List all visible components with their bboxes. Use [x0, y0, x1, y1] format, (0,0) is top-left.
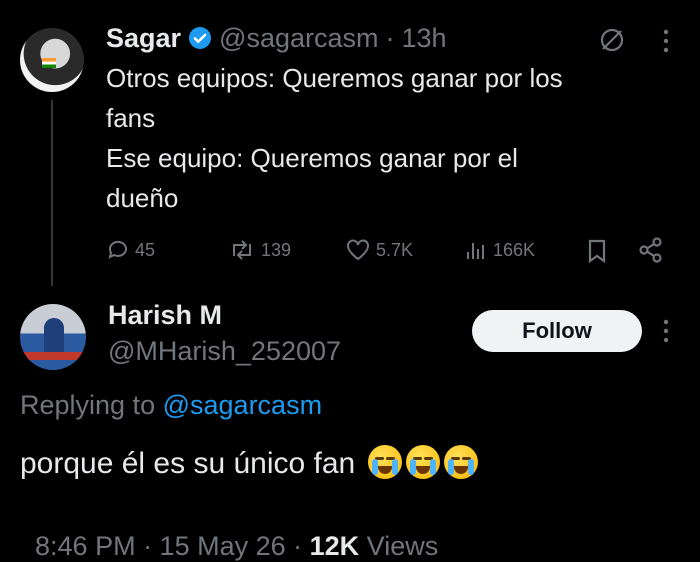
repost-action[interactable]: 139: [228, 236, 291, 264]
repost-icon: [233, 240, 251, 260]
avatar-stripe: [20, 352, 86, 360]
avatar-flag-patch: [42, 58, 56, 68]
share-icon[interactable]: [637, 236, 665, 264]
replying-to: Replying to @sagarcasm: [20, 390, 322, 421]
reply-tweet-text: porque él es su único fan: [20, 440, 478, 488]
grok-icon[interactable]: [598, 26, 626, 54]
bookmark-icon[interactable]: [585, 238, 609, 264]
parent-handle[interactable]: @sagarcasm: [219, 23, 378, 54]
reply-count: 45: [135, 239, 156, 260]
like-icon: [347, 239, 369, 261]
reply-display-name[interactable]: Harish M: [108, 300, 222, 331]
like-count: 5.7K: [376, 239, 414, 260]
views-count: 166K: [493, 239, 536, 260]
tweet-line: Otros equipos: Queremos ganar por los: [106, 63, 563, 93]
loudly-crying-face-emoji: [367, 445, 402, 479]
parent-avatar[interactable]: [20, 28, 84, 92]
follow-button[interactable]: Follow: [472, 310, 642, 352]
parent-display-name[interactable]: Sagar: [106, 23, 181, 54]
reply-timestamp-line: 8:46 PM · 15 May 26 · 12K Views: [20, 500, 438, 562]
like-action[interactable]: 5.7K: [345, 236, 413, 264]
views-action[interactable]: 166K: [464, 236, 535, 264]
thread-line: [51, 100, 53, 286]
reply-text: porque él es su único fan: [20, 447, 356, 480]
tweet-line: fans: [106, 103, 156, 133]
timestamp[interactable]: 8:46 PM · 15 May 26 ·: [35, 531, 310, 561]
repost-count: 139: [261, 239, 292, 260]
reply-more-icon[interactable]: [660, 318, 672, 344]
tweet-line: dueño: [106, 183, 179, 213]
verified-badge-icon: [188, 26, 212, 50]
parent-tweet-text: Otros equipos: Queremos ganar por los fa…: [106, 58, 686, 218]
parent-time[interactable]: 13h: [402, 23, 447, 54]
more-icon[interactable]: [660, 28, 672, 54]
reply-handle[interactable]: @MHarish_252007: [108, 336, 341, 367]
views-icon: [467, 243, 484, 259]
header-separator: ·: [385, 22, 395, 53]
views-label: Views: [359, 531, 439, 561]
views-total: 12K: [309, 531, 360, 561]
loudly-crying-face-emoji: [405, 445, 440, 479]
reply-icon: [108, 240, 127, 259]
tweet-line: Ese equipo: Queremos ganar por el: [106, 143, 518, 173]
reply-avatar[interactable]: [20, 304, 86, 370]
replying-handle-link[interactable]: @sagarcasm: [163, 390, 322, 420]
loudly-crying-face-emoji: [443, 445, 478, 479]
replying-prefix: Replying to: [20, 390, 156, 420]
reply-action[interactable]: 45: [106, 236, 155, 264]
